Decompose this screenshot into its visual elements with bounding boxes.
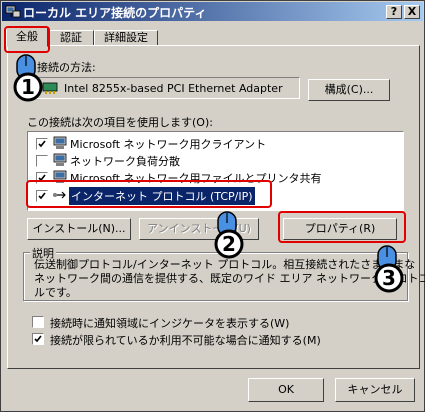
configure-button[interactable]: 構成(C)... xyxy=(308,79,390,101)
adapter-name: Intel 8255x-based PCI Ethernet Adapter xyxy=(64,82,283,95)
tab-advanced[interactable]: 詳細設定 xyxy=(94,30,158,46)
items-label: この接続は次の項目を使用します(O): xyxy=(27,116,213,129)
client-icon xyxy=(53,136,67,149)
step-number: 1 xyxy=(21,75,35,99)
help-button[interactable]: ? xyxy=(386,5,402,19)
step-marker: 3 xyxy=(372,245,406,293)
description-line: ネットワーク間の通信を提供する、既定のワイド エリア ネットワーク プロトコ xyxy=(34,272,425,285)
tab-authentication[interactable]: 認証 xyxy=(48,30,94,46)
close-button[interactable]: X xyxy=(404,5,420,19)
window-title: ローカル エリア接続のプロパティ xyxy=(23,6,207,20)
component-label: ネットワーク負荷分散 xyxy=(70,155,180,168)
step-number: 3 xyxy=(382,266,396,290)
show-icon-label: 接続時に通知領域にインジケータを表示する(W) xyxy=(50,317,290,330)
adapter-field: Intel 8255x-based PCI Ethernet Adapter xyxy=(36,77,300,99)
step-number: 2 xyxy=(222,232,236,256)
connect-using-label: 接続の方法: xyxy=(37,61,96,74)
component-checkbox[interactable] xyxy=(36,138,48,150)
network-connection-icon xyxy=(5,5,21,18)
ok-button[interactable]: OK xyxy=(248,378,324,402)
install-button[interactable]: インストール(N)... xyxy=(27,218,131,240)
notify-label: 接続が限られているか利用不可能な場合に通知する(M) xyxy=(50,334,321,347)
notify-checkbox[interactable] xyxy=(32,333,44,345)
step-marker: 1 xyxy=(11,54,45,102)
highlight-tcpip-item xyxy=(26,180,272,208)
description-line: ルです。 xyxy=(34,286,77,299)
cancel-button[interactable]: キャンセル xyxy=(335,378,415,402)
service-icon xyxy=(53,153,67,166)
component-label: Microsoft ネットワーク用クライアント xyxy=(70,138,267,151)
highlight-general-tab xyxy=(4,26,50,53)
step-marker: 2 xyxy=(212,211,246,259)
component-checkbox[interactable] xyxy=(36,155,48,167)
show-icon-checkbox[interactable] xyxy=(32,316,44,328)
properties-dialog: ローカル エリア接続のプロパティ ? X 全般 認証 詳細設定 接続の方法: I… xyxy=(0,0,425,412)
highlight-properties-button xyxy=(278,211,406,243)
title-bar: ローカル エリア接続のプロパティ ? X xyxy=(2,2,423,21)
